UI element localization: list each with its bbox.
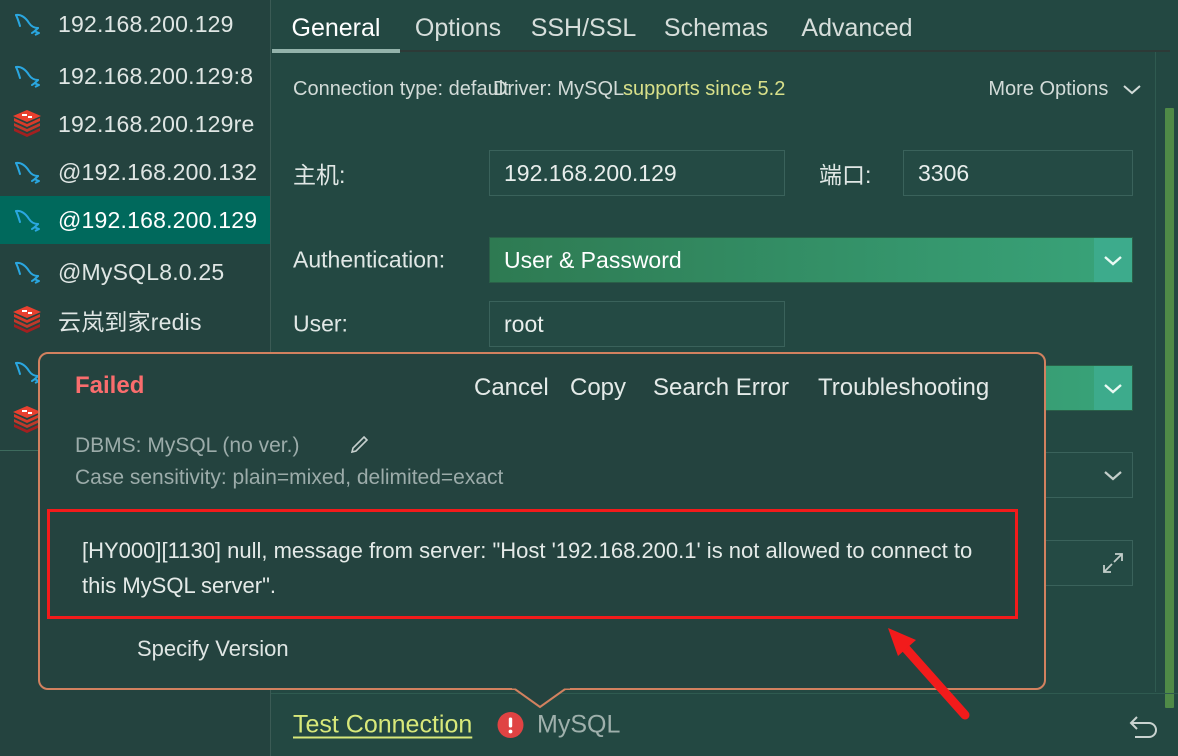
host-input-value: 192.168.200.129 bbox=[504, 159, 677, 186]
authentication-dropdown-button[interactable] bbox=[1094, 238, 1132, 282]
popup-case-sensitivity-meta: Case sensitivity: plain=mixed, delimited… bbox=[75, 466, 504, 489]
sidebar-item-4[interactable]: @192.168.200.129 bbox=[0, 196, 270, 244]
mysql-dolphin-icon bbox=[12, 9, 44, 39]
database-dropdown-button[interactable] bbox=[1094, 453, 1132, 497]
sidebar-item-6[interactable]: 云岚到家redis bbox=[0, 296, 270, 344]
sidebar-item-3[interactable]: @192.168.200.132 bbox=[0, 148, 270, 196]
driver-label: Driver: MySQL bbox=[493, 78, 625, 100]
specify-version-link[interactable]: Specify Version bbox=[137, 636, 289, 662]
test-connection-link[interactable]: Test Connection bbox=[293, 711, 472, 740]
host-input[interactable]: 192.168.200.129 bbox=[489, 150, 785, 196]
sidebar-item-0[interactable]: 192.168.200.129 bbox=[0, 0, 270, 48]
host-port-row: 主机: 192.168.200.129 端口: 3306 bbox=[271, 150, 1178, 196]
sidebar-item-label: 192.168.200.129re bbox=[58, 110, 255, 137]
tab-bar-baseline bbox=[400, 50, 1170, 52]
mysql-dolphin-icon bbox=[12, 61, 44, 91]
sidebar-item-1[interactable]: 192.168.200.129:8 bbox=[0, 52, 270, 100]
authentication-value: User & Password bbox=[504, 246, 682, 273]
active-tab-underline bbox=[272, 49, 400, 53]
tab-ssh-ssl[interactable]: SSH/SSL bbox=[528, 0, 639, 57]
popup-title: Failed bbox=[75, 372, 145, 399]
redis-icon bbox=[13, 110, 41, 137]
pencil-icon[interactable] bbox=[348, 434, 370, 456]
sidebar-item-label: 192.168.200.129 bbox=[58, 10, 234, 37]
chevron-down-icon bbox=[1104, 470, 1122, 480]
host-label: 主机: bbox=[293, 162, 346, 188]
user-input-value: root bbox=[504, 310, 544, 337]
authentication-row: Authentication: User & Password bbox=[271, 237, 1178, 283]
sidebar-item-label: @192.168.200.132 bbox=[58, 158, 258, 185]
user-label: User: bbox=[293, 310, 348, 337]
mysql-dolphin-icon bbox=[12, 205, 44, 235]
expand-diagonal-icon bbox=[1103, 553, 1123, 573]
vertical-scrollbar-thumb[interactable] bbox=[1165, 108, 1174, 708]
port-input-value: 3306 bbox=[918, 159, 970, 186]
tab-schemas[interactable]: Schemas bbox=[659, 0, 773, 57]
mysql-dolphin-icon bbox=[12, 157, 44, 187]
sidebar-item-5[interactable]: @MySQL8.0.25 bbox=[0, 248, 270, 296]
sidebar-item-2[interactable]: 192.168.200.129re bbox=[0, 100, 270, 148]
tab-advanced[interactable]: Advanced bbox=[793, 0, 921, 57]
port-label: 端口: bbox=[819, 162, 872, 188]
popup-callout-triangle bbox=[512, 687, 570, 709]
popup-troubleshooting-button[interactable]: Troubleshooting bbox=[818, 374, 989, 402]
mysql-dolphin-icon bbox=[12, 257, 44, 287]
mysql-dolphin-icon bbox=[15, 261, 40, 284]
popup-dbms-meta: DBMS: MySQL (no ver.) bbox=[75, 434, 300, 457]
mysql-dolphin-icon bbox=[15, 161, 40, 184]
authentication-select[interactable]: User & Password bbox=[489, 237, 1133, 283]
redis-icon bbox=[12, 305, 44, 335]
user-input[interactable]: root bbox=[489, 301, 785, 347]
dialog-bottom-bar: Test Connection MySQL bbox=[271, 693, 1178, 756]
mysql-dolphin-icon bbox=[15, 65, 40, 88]
popup-search-error-button[interactable]: Search Error bbox=[653, 374, 789, 402]
popup-cancel-button[interactable]: Cancel bbox=[474, 374, 549, 402]
chevron-down-icon bbox=[1104, 383, 1122, 394]
port-input[interactable]: 3306 bbox=[903, 150, 1133, 196]
mysql-dolphin-icon bbox=[15, 209, 40, 232]
authentication-label: Authentication: bbox=[293, 246, 446, 273]
error-exclamation-icon bbox=[497, 712, 524, 739]
user-row: User: root bbox=[271, 301, 1178, 347]
driver-support-label: supports since 5.2 bbox=[623, 78, 786, 100]
error-message-text: [HY000][1130] null, message from server:… bbox=[82, 538, 973, 598]
chevron-down-icon bbox=[1104, 255, 1122, 266]
sidebar-item-label: 云岚到家redis bbox=[58, 309, 202, 335]
error-message-box: [HY000][1130] null, message from server:… bbox=[47, 509, 1018, 619]
redis-icon bbox=[12, 109, 44, 139]
connection-type-label: Connection type: default bbox=[293, 78, 509, 100]
tab-options[interactable]: Options bbox=[408, 0, 508, 57]
settings-tab-bar[interactable]: General Options SSH/SSL Schemas Advanced bbox=[271, 0, 1178, 57]
redis-icon bbox=[13, 306, 41, 333]
dbms-name-label: MySQL bbox=[537, 710, 621, 739]
connection-info-line: Connection type: default Driver: MySQL s… bbox=[271, 78, 1178, 122]
undo-arrow-icon[interactable] bbox=[1124, 705, 1164, 745]
sidebar-item-label: @MySQL8.0.25 bbox=[58, 258, 225, 285]
chevron-down-icon bbox=[1123, 85, 1141, 95]
mysql-dolphin-icon bbox=[15, 13, 40, 36]
expand-url-button[interactable] bbox=[1094, 541, 1132, 585]
more-options-button[interactable]: More Options bbox=[988, 78, 1142, 101]
connection-failed-popup: Failed Cancel Copy Search Error Troubleshoo… bbox=[38, 352, 1046, 690]
vertical-scrollbar-track[interactable] bbox=[1155, 52, 1178, 708]
more-options-label: More Options bbox=[988, 78, 1109, 100]
popup-copy-button[interactable]: Copy bbox=[570, 374, 626, 402]
password-dropdown-button[interactable] bbox=[1094, 366, 1132, 410]
sidebar-item-label: @192.168.200.129 bbox=[58, 206, 258, 233]
sidebar-item-label: 192.168.200.129:8 bbox=[58, 62, 254, 89]
